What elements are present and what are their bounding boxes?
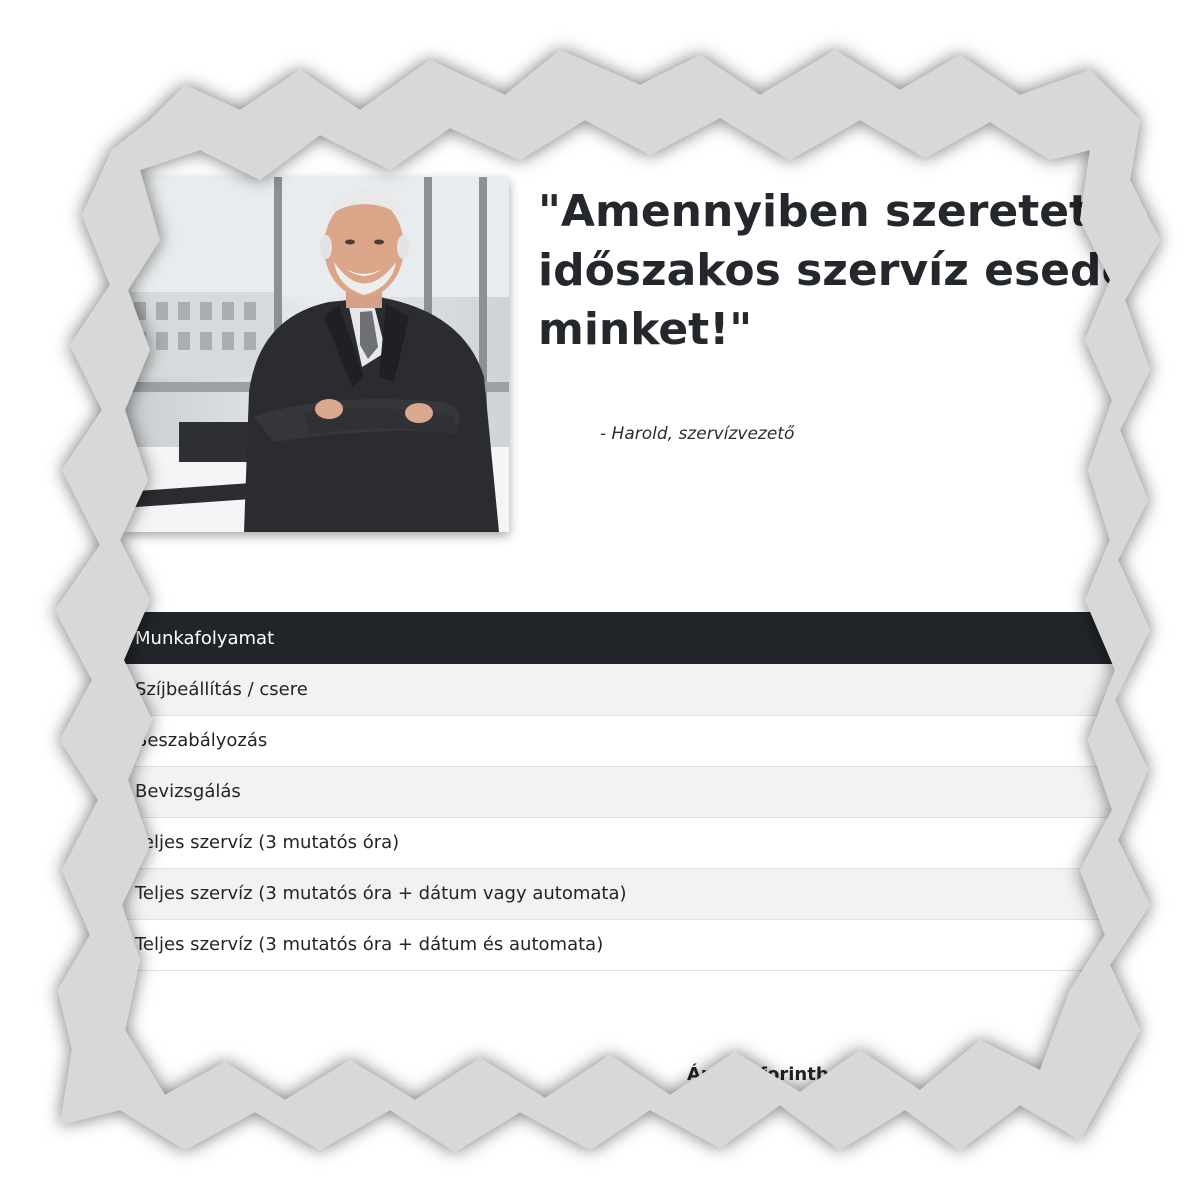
table-cell: Teljes szervíz (3 mutatós óra): [124, 817, 1124, 869]
table-cell: Szíjbeállítás / csere: [124, 664, 1124, 716]
table-cell: Teljes szervíz (3 mutatós óra + dátum va…: [124, 868, 1124, 920]
quote-line: minket!": [538, 304, 753, 355]
table-header-cell: Munkafolyamat: [124, 612, 1124, 664]
table-cell: Bevizsgálás: [124, 766, 1124, 818]
workflow-table: Munkafolyamat Szíjbeállítás / csere Besz…: [124, 612, 1124, 971]
table-cell: Beszabályozás: [124, 715, 1124, 767]
table-row: Szíjbeállítás / csere: [124, 664, 1124, 716]
table-row: Teljes szervíz (3 mutatós óra): [124, 817, 1124, 869]
table-cell: Teljes szervíz (3 mutatós óra + dátum és…: [124, 919, 1124, 971]
testimonial-author: - Harold, szervízvezető: [600, 424, 795, 444]
table-header-row: Munkafolyamat: [124, 612, 1124, 664]
table-row: Teljes szervíz (3 mutatós óra + dátum va…: [124, 868, 1124, 920]
table-row: Bevizsgálás: [124, 766, 1124, 818]
office-man-photo: [124, 177, 509, 532]
testimonial-quote: "Amennyiben szeretett ó időszakos szerví…: [538, 182, 1190, 359]
quote-line: időszakos szervíz esedéke: [538, 245, 1190, 296]
table-row: Teljes szervíz (3 mutatós óra + dátum és…: [124, 919, 1124, 971]
table-row: Beszabályozás: [124, 715, 1124, 767]
prices-note: Áraink forintban é: [687, 1064, 873, 1085]
quote-line: "Amennyiben szeretett ó: [538, 186, 1157, 237]
page: "Amennyiben szeretett ó időszakos szerví…: [0, 0, 1200, 1200]
testimonial-photo: [124, 177, 509, 532]
